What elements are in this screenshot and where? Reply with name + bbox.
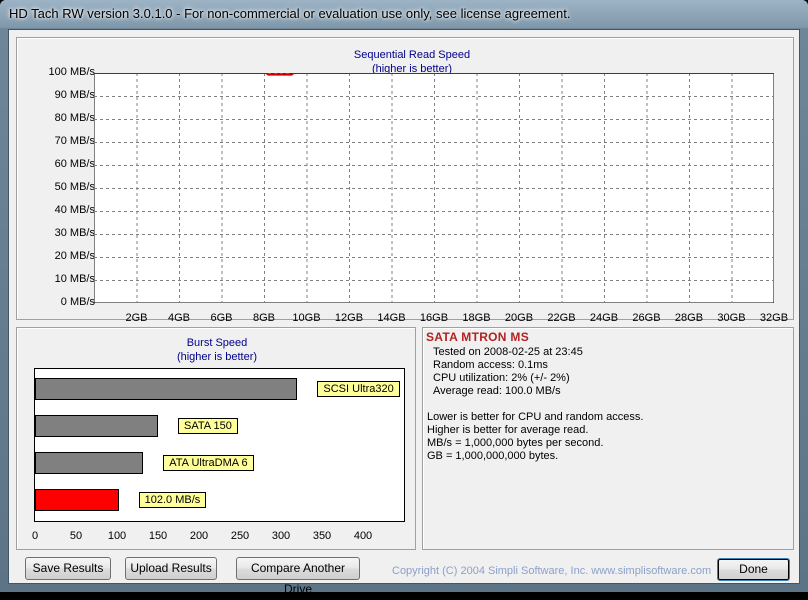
burst-bar (35, 489, 119, 511)
x-tick-label: 2GB (125, 312, 148, 324)
burst-speed-subtitle: (higher is better) (176, 351, 258, 363)
x-tick-label: 12GB (334, 312, 364, 324)
sequential-read-plot (94, 73, 774, 303)
y-axis-labels: 0 MB/s 10 MB/s 20 MB/s 30 MB/s 40 MB/s 50 MB/… (17, 66, 95, 308)
burst-bar (35, 415, 158, 437)
note-gb-definition: GB = 1,000,000,000 bytes. (427, 450, 559, 462)
burst-bar-label: SATA 150 (178, 418, 238, 434)
x-tick-label: 20GB (504, 312, 534, 324)
burst-x-tick-label: 50 (69, 530, 83, 542)
drive-name: SATA MTRON MS (426, 330, 529, 344)
burst-x-tick-label: 100 (107, 530, 127, 542)
x-tick-label: 24GB (589, 312, 619, 324)
results-info-panel: SATA MTRON MS Tested on 2008-02-25 at 23… (422, 327, 794, 550)
x-axis-labels: 2GB 4GB 6GB 8GB 10GB 12GB 14GB 16GB 18GB 20GB 22GB… (101, 312, 788, 326)
y-tick-label: 60 MB/s (54, 158, 95, 170)
title-bar[interactable]: HD Tach RW version 3.0.1.0 - For non-com… (0, 0, 808, 28)
app-window: HD Tach RW version 3.0.1.0 - For non-com… (0, 0, 808, 596)
burst-x-tick-label: 250 (230, 530, 250, 542)
y-tick-label: 30 MB/s (54, 227, 95, 239)
burst-x-tick-label: 300 (271, 530, 291, 542)
save-results-button[interactable]: Save Results (25, 557, 111, 580)
x-tick-label: 22GB (547, 312, 576, 324)
x-tick-label: 26GB (632, 312, 661, 324)
upload-results-button[interactable]: Upload Results (125, 557, 217, 580)
y-tick-label: 40 MB/s (54, 204, 95, 216)
x-tick-label: 4GB (167, 312, 191, 324)
burst-x-tick-label: 350 (312, 530, 332, 542)
done-button[interactable]: Done (717, 558, 790, 581)
sequential-read-title: Sequential Read Speed (353, 49, 471, 61)
info-tested-on: Tested on 2008-02-25 at 23:45 (433, 346, 583, 358)
info-average-read: Average read: 100.0 MB/s (433, 385, 561, 397)
burst-speed-plot: SCSI Ultra320 SATA 150 ATA UltraDMA 6 102.0… (34, 368, 405, 522)
burst-bar (35, 378, 298, 400)
copyright-link[interactable]: Copyright (C) 2004 Simpli Software, Inc.… (392, 565, 711, 577)
info-random-access: Random access: 0.1ms (433, 359, 548, 371)
compare-another-drive-button[interactable]: Compare Another Drive (236, 557, 360, 596)
y-tick-label: 70 MB/s (54, 135, 95, 147)
x-tick-label: 16GB (419, 312, 449, 324)
note-mbs-definition: MB/s = 1,000,000 bytes per second. (427, 437, 604, 449)
burst-bar-label: ATA UltraDMA 6 (163, 455, 254, 471)
burst-bar (35, 452, 144, 474)
y-tick-label: 80 MB/s (54, 112, 95, 124)
x-tick-label: 8GB (252, 312, 276, 324)
burst-speed-title: Burst Speed (186, 337, 248, 349)
burst-x-axis-labels: 0 50 100 150 200 250 300 350 400 (31, 530, 405, 544)
y-tick-label: 50 MB/s (54, 181, 95, 193)
x-tick-label: 30GB (717, 312, 746, 324)
note-higher-better: Higher is better for average read. (427, 424, 589, 436)
client-area: Sequential Read Speed (higher is better)… (8, 29, 800, 596)
x-tick-label: 10GB (292, 312, 321, 324)
info-cpu-utilization: CPU utilization: 2% (+/- 2%) (433, 372, 570, 384)
x-tick-label: 28GB (674, 312, 704, 324)
burst-x-tick-label: 0 (31, 530, 39, 542)
x-tick-label: 32GB (759, 312, 789, 324)
burst-x-tick-label: 200 (189, 530, 209, 542)
burst-x-tick-label: 400 (353, 530, 373, 542)
y-tick-label: 100 MB/s (48, 66, 95, 78)
burst-x-tick-label: 150 (148, 530, 168, 542)
y-tick-label: 90 MB/s (54, 89, 95, 101)
x-tick-label: 14GB (377, 312, 406, 324)
x-tick-label: 6GB (210, 312, 233, 324)
burst-bar-label: 102.0 MB/s (138, 492, 207, 508)
burst-speed-panel: Burst Speed (higher is better) SCSI Ultr… (16, 327, 416, 550)
note-lower-better: Lower is better for CPU and random acces… (427, 411, 644, 423)
y-tick-label: 0 MB/s (60, 296, 95, 308)
y-tick-label: 20 MB/s (54, 250, 95, 262)
x-tick-label: 18GB (462, 312, 491, 324)
y-tick-label: 10 MB/s (54, 273, 95, 285)
window-title: HD Tach RW version 3.0.1.0 - For non-com… (9, 6, 571, 21)
burst-bar-label: SCSI Ultra320 (317, 381, 400, 397)
sequential-read-panel: Sequential Read Speed (higher is better)… (16, 37, 794, 324)
